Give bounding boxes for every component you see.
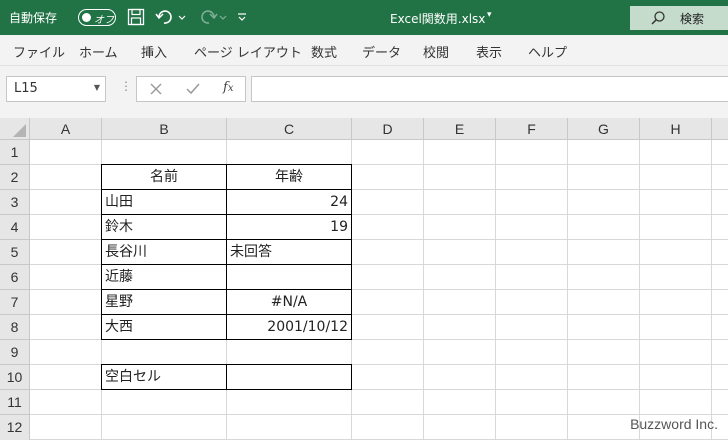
formula-input[interactable]	[251, 76, 728, 102]
watermark: Buzzword Inc.	[630, 416, 718, 432]
cell-c3[interactable]: 24	[226, 189, 352, 215]
row-header-3[interactable]: 3	[0, 190, 30, 215]
cell-b4[interactable]: 鈴木	[101, 214, 227, 240]
gridline	[423, 140, 424, 440]
gridline	[495, 140, 496, 440]
name-box[interactable]: L15 ▼	[6, 76, 106, 102]
row-header-10[interactable]: 10	[0, 365, 30, 390]
row-header-11[interactable]: 11	[0, 390, 30, 415]
row-header-4[interactable]: 4	[0, 215, 30, 240]
cell-c5[interactable]: 未回答	[226, 239, 352, 265]
menu-file[interactable]: ファイル	[13, 42, 65, 61]
autosave-state: オフ	[94, 15, 114, 26]
undo-icon[interactable]	[155, 8, 177, 28]
cell-c6[interactable]	[226, 264, 352, 290]
insert-function-icon[interactable]: fx	[223, 80, 233, 95]
menu-view[interactable]: 表示	[476, 42, 502, 61]
save-icon[interactable]	[127, 8, 145, 28]
drag-handle-icon[interactable]: ⋮	[120, 79, 132, 93]
menu-page-layout[interactable]: ページ レイアウト	[194, 42, 302, 61]
cancel-icon[interactable]	[150, 83, 162, 99]
row-header-8[interactable]: 8	[0, 315, 30, 340]
cell-c2-header-age[interactable]: 年齢	[226, 164, 352, 190]
menu-formulas[interactable]: 数式	[311, 42, 337, 61]
enter-check-icon[interactable]	[186, 83, 200, 99]
customize-toolbar-icon[interactable]	[237, 11, 247, 31]
autosave-toggle[interactable]: オフ	[78, 9, 116, 26]
gridline	[567, 140, 568, 440]
row-header-9[interactable]: 9	[0, 340, 30, 365]
cell-c7[interactable]: #N/A	[226, 289, 352, 315]
column-header-d[interactable]: D	[352, 118, 424, 140]
autosave-label: 自動保存	[9, 11, 58, 25]
formula-bar: L15 ▼ ⋮ fx	[0, 66, 728, 118]
formula-buttons: fx	[136, 76, 246, 102]
row-header-6[interactable]: 6	[0, 265, 30, 290]
redo-dropdown-icon[interactable]	[219, 11, 227, 31]
search-box[interactable]: 検索	[630, 6, 728, 30]
redo-icon[interactable]	[196, 8, 218, 28]
row-header-1[interactable]: 1	[0, 140, 30, 165]
title-dropdown-icon[interactable]: ▾	[487, 10, 492, 20]
cell-c4[interactable]: 19	[226, 214, 352, 240]
row-header-7[interactable]: 7	[0, 290, 30, 315]
column-header-e[interactable]: E	[424, 118, 496, 140]
select-all-corner[interactable]	[0, 118, 30, 140]
cell-c8[interactable]: 2001/10/12	[226, 314, 352, 340]
cell-b3[interactable]: 山田	[101, 189, 227, 215]
cell-b7[interactable]: 星野	[101, 289, 227, 315]
menu-insert[interactable]: 挿入	[141, 42, 167, 61]
row-header-5[interactable]: 5	[0, 240, 30, 265]
search-icon	[650, 10, 666, 30]
cell-b6[interactable]: 近藤	[101, 264, 227, 290]
gridline	[30, 414, 728, 415]
menu-data[interactable]: データ	[362, 42, 401, 61]
menu-home[interactable]: ホーム	[79, 42, 118, 61]
name-box-dropdown-icon[interactable]: ▼	[94, 83, 100, 92]
column-header-c[interactable]: C	[227, 118, 352, 140]
cell-b5[interactable]: 長谷川	[101, 239, 227, 265]
spreadsheet-grid: A B C D E F G H 1 2 3 4 5 6 7 8 9 10 11 …	[0, 118, 728, 440]
cell-c10[interactable]	[226, 364, 352, 390]
cell-b2-header-name[interactable]: 名前	[101, 164, 227, 190]
row-header-12[interactable]: 12	[0, 415, 30, 440]
column-header-h[interactable]: H	[640, 118, 712, 140]
column-header-b[interactable]: B	[102, 118, 227, 140]
column-header-g[interactable]: G	[568, 118, 640, 140]
column-header-i[interactable]	[712, 118, 728, 140]
column-header-a[interactable]: A	[30, 118, 102, 140]
column-header-f[interactable]: F	[496, 118, 568, 140]
cell-b10[interactable]: 空白セル	[101, 364, 227, 390]
name-box-value: L15	[14, 81, 38, 96]
row-header-2[interactable]: 2	[0, 165, 30, 190]
gridline	[711, 140, 712, 440]
gridline	[639, 140, 640, 440]
toggle-knob	[82, 13, 91, 22]
menu-review[interactable]: 校閲	[423, 42, 449, 61]
cell-b8[interactable]: 大西	[101, 314, 227, 340]
search-label: 検索	[680, 12, 705, 26]
undo-dropdown-icon[interactable]	[178, 11, 186, 31]
menu-help[interactable]: ヘルプ	[528, 42, 567, 61]
ribbon-tabs: ファイル ホーム 挿入 ページ レイアウト 数式 データ 校閲 表示 ヘルプ	[0, 35, 728, 66]
title-bar: 自動保存 オフ Excel関数用.xlsx ▾ 検索	[0, 0, 728, 35]
document-title: Excel関数用.xlsx	[390, 12, 486, 26]
